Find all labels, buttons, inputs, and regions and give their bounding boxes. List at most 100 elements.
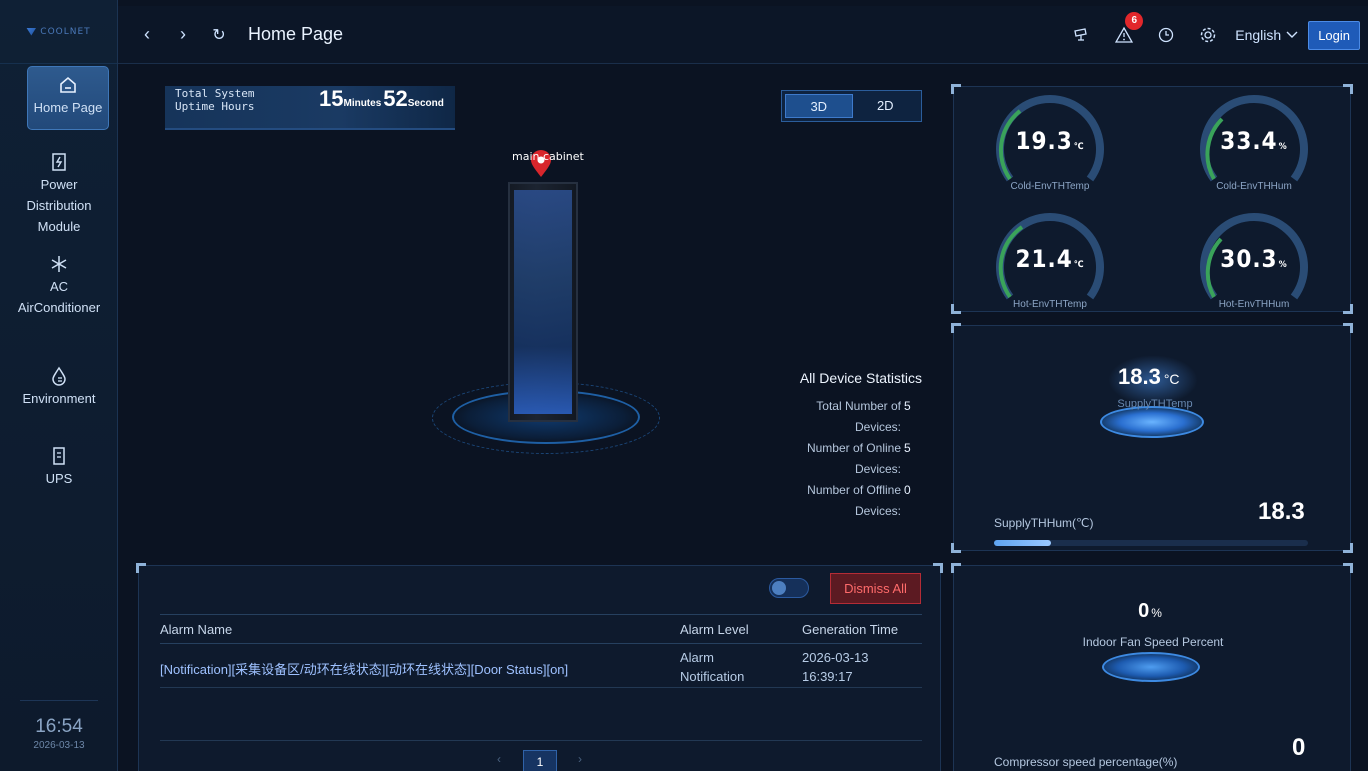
prev-page-icon[interactable]: ‹ bbox=[497, 752, 501, 766]
panel-corner bbox=[951, 563, 961, 573]
next-page-icon[interactable]: › bbox=[578, 752, 582, 766]
gauge-value: 19.3℃ bbox=[1015, 127, 1085, 155]
gauge-value: 30.3% bbox=[1220, 245, 1288, 273]
gauge-label: Cold-EnvTHTemp bbox=[1010, 181, 1090, 192]
cabinet-label: main cabinet bbox=[512, 150, 584, 163]
sidebar-item-label: Home Page bbox=[33, 100, 103, 115]
sidebar-item-label: Power Distribution Module bbox=[26, 177, 92, 234]
chevron-down-icon bbox=[1286, 31, 1298, 38]
uptime-minutes-unit: Minutes bbox=[343, 98, 382, 109]
table-row[interactable]: [Notification][采集设备区/动环在线状态][动环在线状态][Doo… bbox=[160, 646, 922, 688]
uptime-value: 15Minutes52Second bbox=[319, 86, 446, 112]
gauge-cold-hum: 33.4% Cold-EnvTHHum bbox=[1194, 89, 1314, 193]
cabinet-glass bbox=[514, 190, 572, 414]
uptime-banner: Total System Uptime Hours 15Minutes52Sec… bbox=[165, 86, 455, 130]
sidebar-item-ups[interactable]: UPS bbox=[0, 446, 118, 489]
panel-corner bbox=[1343, 304, 1353, 314]
back-icon[interactable]: ‹ bbox=[140, 24, 154, 45]
view-3d-button[interactable]: 3D bbox=[785, 94, 853, 118]
gauge-cold-temp: 19.3℃ Cold-EnvTHTemp bbox=[990, 89, 1110, 193]
device-statistics: All Device Statistics Total Number of De… bbox=[762, 370, 922, 522]
supply-hum-bar-fill bbox=[994, 540, 1052, 546]
dismiss-all-button[interactable]: Dismiss All bbox=[830, 573, 921, 604]
clock-divider bbox=[20, 700, 98, 701]
view-mode-toggle: 3D 2D bbox=[781, 90, 922, 122]
home-icon bbox=[60, 76, 76, 93]
toggle-knob bbox=[772, 581, 786, 595]
stats-label: Total Number of Devices: bbox=[816, 399, 901, 434]
forward-icon[interactable]: › bbox=[176, 24, 190, 45]
supply-temp-label: SupplyTHTemp bbox=[1117, 398, 1193, 410]
panel-corner bbox=[1343, 323, 1353, 333]
gauge-hot-temp: 21.4℃ Hot-EnvTHTemp bbox=[990, 207, 1110, 311]
gauge-label: Hot-EnvTHTemp bbox=[1013, 299, 1087, 310]
column-header[interactable]: Alarm Level bbox=[680, 622, 749, 637]
page-button-current[interactable]: 1 bbox=[523, 750, 557, 771]
stats-value: 0 bbox=[904, 483, 911, 497]
sidebar-item-power[interactable]: Power Distribution Module bbox=[0, 152, 118, 237]
alarm-name: [Notification][采集设备区/动环在线状态][动环在线状态][Doo… bbox=[160, 662, 569, 677]
indoor-fan-label: Indoor Fan Speed Percent bbox=[1082, 635, 1224, 649]
env-gauges-panel: 19.3℃ Cold-EnvTHTemp 33.4% Cold-EnvTHHum… bbox=[951, 84, 1353, 314]
column-header[interactable]: Generation Time bbox=[802, 622, 898, 637]
indoor-fan-value: 0% bbox=[1138, 600, 1162, 622]
panel-corner bbox=[1343, 84, 1353, 94]
panel-corner bbox=[1343, 543, 1353, 553]
sidebar-item-home[interactable]: Home Page bbox=[27, 66, 109, 130]
gauge-value: 21.4℃ bbox=[1015, 245, 1085, 273]
gear-icon[interactable] bbox=[1199, 26, 1217, 44]
alarm-sound-toggle[interactable] bbox=[769, 578, 809, 598]
page-title: Home Page bbox=[248, 24, 344, 44]
stats-value: 5 bbox=[904, 441, 911, 455]
fan-disc bbox=[1102, 652, 1200, 682]
uptime-minutes: 15 bbox=[319, 86, 344, 111]
alarm-time: 2026-03-13 16:39:17 bbox=[802, 650, 869, 684]
panel-corner bbox=[1343, 563, 1353, 573]
panel-corner bbox=[951, 84, 961, 94]
stats-label: Number of Online Devices: bbox=[806, 441, 901, 476]
logo-mark-icon bbox=[26, 27, 37, 36]
snowflake-icon bbox=[51, 256, 67, 272]
header-actions: 6 English Login bbox=[1061, 6, 1360, 64]
stats-row: Number of Offline Devices: 0 bbox=[762, 480, 922, 522]
alarm-table-header: Alarm Name Alarm Level Generation Time bbox=[160, 614, 922, 644]
panel-corner bbox=[951, 543, 961, 553]
main-cabinet-model[interactable] bbox=[508, 182, 578, 422]
supply-hum-value: 18.3 bbox=[1258, 498, 1305, 525]
clock-icon[interactable] bbox=[1157, 26, 1175, 44]
stats-value: 5 bbox=[904, 399, 911, 413]
refresh-icon[interactable]: ↻ bbox=[212, 25, 226, 45]
alarm-button[interactable]: 6 bbox=[1115, 12, 1144, 44]
stats-label: Number of Offline Devices: bbox=[807, 483, 901, 518]
top-header: ‹ › ↻ Home Page 6 English Login bbox=[118, 6, 1368, 64]
sidebar-item-label: AC AirConditioner bbox=[17, 279, 101, 315]
language-select[interactable]: English bbox=[1235, 27, 1298, 43]
sidebar-item-label: Environment bbox=[22, 391, 96, 406]
supply-hum-bar bbox=[994, 540, 1308, 546]
sidebar-item-label: UPS bbox=[45, 471, 73, 486]
panel-corner bbox=[933, 563, 943, 573]
camera-icon[interactable] bbox=[1073, 26, 1091, 44]
uptime-label: Total System Uptime Hours bbox=[175, 87, 255, 113]
gauge-hot-hum: 30.3% Hot-EnvTHHum bbox=[1194, 207, 1314, 311]
clock-date: 2026-03-13 bbox=[33, 740, 85, 751]
gauge-value: 33.4% bbox=[1220, 127, 1288, 155]
uptime-seconds: 52 bbox=[383, 86, 408, 111]
supply-hum-label: SupplyTHHum(℃) bbox=[994, 516, 1094, 530]
view-2d-button[interactable]: 2D bbox=[853, 94, 919, 118]
login-button[interactable]: Login bbox=[1308, 20, 1360, 50]
stats-title: All Device Statistics bbox=[799, 370, 922, 386]
alarm-level: Alarm Notification bbox=[680, 650, 745, 684]
supply-disc bbox=[1100, 406, 1204, 438]
clock-time: 16:54 bbox=[35, 716, 83, 737]
logo: COOLNET bbox=[0, 0, 117, 64]
sidebar-item-ac[interactable]: AC AirConditioner bbox=[0, 254, 118, 318]
compressor-label: Compressor speed percentage(%) bbox=[994, 755, 1178, 769]
droplet-icon bbox=[52, 366, 66, 386]
logo-text: COOLNET bbox=[40, 26, 91, 37]
column-header[interactable]: Alarm Name bbox=[160, 622, 232, 637]
sidebar-clock: 16:54 2026-03-13 bbox=[0, 716, 118, 751]
compressor-value: 0 bbox=[1292, 734, 1306, 761]
sidebar-item-environment[interactable]: Environment bbox=[0, 366, 118, 409]
sidebar: COOLNET Home Page Power Distribution Mod… bbox=[0, 0, 118, 771]
